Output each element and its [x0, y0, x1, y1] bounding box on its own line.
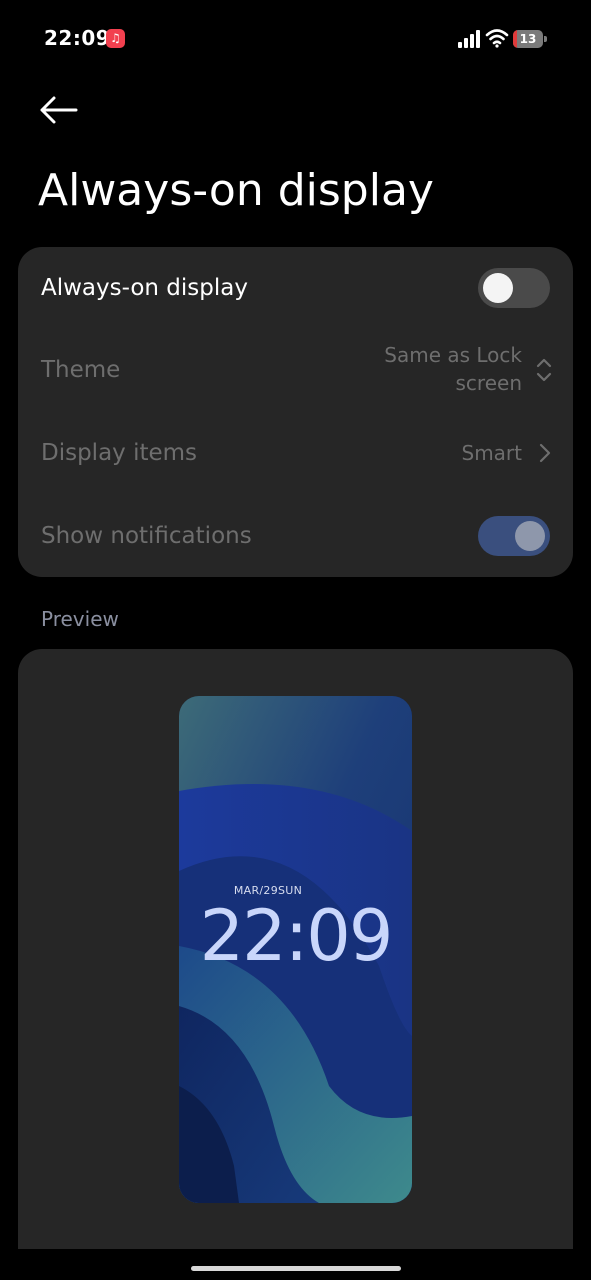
battery-level: 13 — [519, 32, 537, 46]
wifi-icon — [485, 29, 509, 48]
notifications-toggle-knob — [515, 521, 545, 551]
status-bar: 22:09 ♫ 13 — [0, 0, 591, 80]
notifications-toggle[interactable] — [478, 516, 550, 556]
arrow-left-icon — [40, 96, 78, 124]
theme-row[interactable]: Theme Same as Lock screen — [18, 329, 573, 411]
battery-icon: 13 — [513, 30, 547, 48]
aod-toggle[interactable] — [478, 268, 550, 308]
display-items-label: Display items — [41, 440, 198, 466]
battery-cap — [544, 36, 547, 42]
aod-row[interactable]: Always-on display — [18, 247, 573, 329]
settings-card: Always-on display Theme Same as Lock scr… — [18, 247, 573, 577]
display-items-value: Smart — [461, 441, 523, 465]
display-items-row[interactable]: Display items Smart — [18, 412, 573, 494]
phone-preview: MAR/29SUN 22:09 — [179, 696, 412, 1203]
preview-clock: 22:09 — [199, 895, 394, 977]
chevron-right-icon — [539, 443, 551, 463]
page-title: Always-on display — [38, 165, 434, 216]
navigation-handle[interactable] — [191, 1266, 401, 1271]
theme-label: Theme — [41, 357, 121, 383]
battery-body: 13 — [513, 30, 543, 48]
preview-label: Preview — [41, 607, 119, 631]
music-icon: ♫ — [106, 29, 125, 48]
aod-label: Always-on display — [41, 275, 248, 301]
theme-value: Same as Lock screen — [384, 343, 522, 395]
notifications-label: Show notifications — [41, 523, 252, 549]
chevron-updown-icon — [536, 358, 552, 382]
status-time: 22:09 — [44, 26, 111, 50]
signal-icon — [458, 30, 480, 48]
back-button[interactable] — [34, 88, 86, 132]
preview-card: MAR/29SUN 22:09 — [18, 649, 573, 1249]
notifications-row[interactable]: Show notifications — [18, 495, 573, 577]
aod-toggle-knob — [483, 273, 513, 303]
